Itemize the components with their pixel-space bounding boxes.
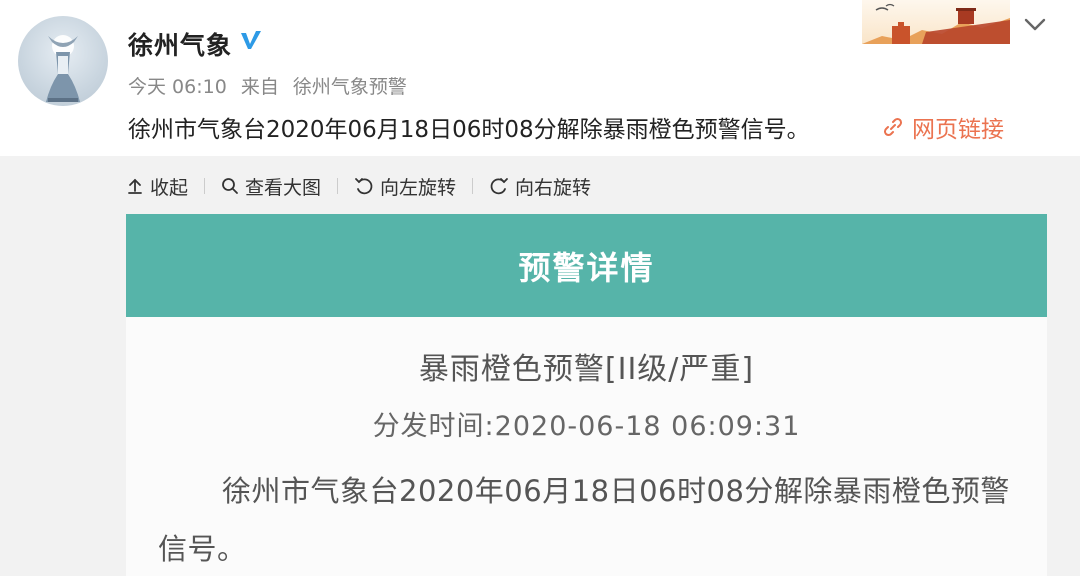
post-time[interactable]: 今天 06:10 (128, 76, 227, 98)
web-link[interactable]: 网页链接 (882, 110, 1004, 144)
post-meta: 今天 06:10 来自 徐州气象预警 (128, 72, 415, 99)
search-icon (222, 178, 238, 194)
link-icon (883, 117, 903, 137)
view-large-button[interactable]: 查看大图 (221, 173, 321, 200)
alert-body: 徐州市气象台2020年06月18日06时08分解除暴雨橙色预警信号。 (158, 474, 1010, 566)
alert-level: 暴雨橙色预警[II级/严重] (418, 352, 755, 387)
view-large-label: 查看大图 (245, 176, 322, 199)
alert-image[interactable]: 预警详情 暴雨橙色预警[II级/严重] 分发时间:2020-06-18 06:0… (126, 214, 1047, 576)
rotate-left-label: 向左旋转 (380, 176, 457, 199)
alert-banner-title: 预警详情 (518, 248, 655, 287)
avatar[interactable] (18, 16, 108, 106)
collapse-button[interactable]: 收起 (126, 173, 188, 200)
verified-icon (241, 31, 261, 49)
rotate-right-label: 向右旋转 (515, 176, 592, 199)
rotate-right-button[interactable]: 向右旋转 (489, 173, 591, 200)
card-decoration (862, 0, 1010, 44)
post-text: 徐州市气象台2020年06月18日06时08分解除暴雨橙色预警信号。 (128, 117, 810, 143)
arrow-up-icon (128, 178, 142, 194)
expanded-media: 收起 查看大图 向左旋转 向右旋转 预警详情 暴雨橙色预警[II级/严重] 分发… (0, 156, 1080, 576)
source-prefix: 来自 (240, 76, 279, 98)
toolbar-divider (337, 178, 339, 194)
alert-banner: 预警详情 (126, 214, 1047, 317)
rotate-left-icon (355, 178, 373, 195)
post-header: 徐州气象 今天 06:10 来自 徐州气象预警 徐州市气象台2020年06月18… (0, 0, 1080, 156)
alert-issue-time: 分发时间:2020-06-18 06:09:31 (372, 411, 801, 442)
rotate-left-button[interactable]: 向左旋转 (354, 173, 456, 200)
rotate-right-icon (490, 178, 508, 195)
chevron-down-icon[interactable] (1020, 10, 1050, 40)
web-link-label: 网页链接 (912, 117, 1004, 143)
toolbar-divider (472, 178, 474, 194)
post-source[interactable]: 徐州气象预警 (293, 76, 407, 98)
media-toolbar: 收起 查看大图 向左旋转 向右旋转 (126, 172, 591, 200)
toolbar-divider (204, 178, 206, 194)
collapse-label: 收起 (150, 176, 189, 199)
username[interactable]: 徐州气象 (128, 26, 232, 62)
